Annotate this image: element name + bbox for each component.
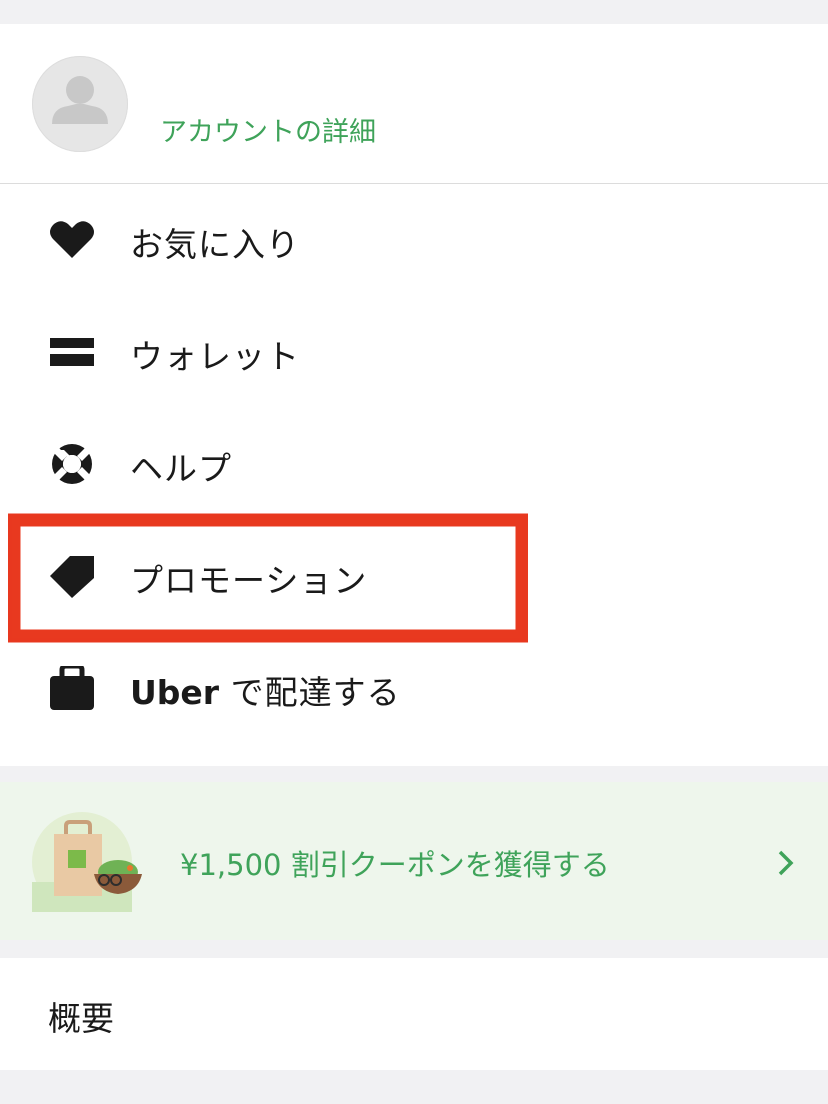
section-gap <box>0 766 828 782</box>
bag-icon <box>50 666 94 710</box>
person-icon <box>52 76 108 124</box>
menu-item-favorites[interactable]: お気に入り <box>0 184 828 296</box>
lifebuoy-icon <box>52 444 92 484</box>
menu-item-about[interactable]: 概要 <box>0 958 828 1070</box>
avatar[interactable] <box>32 56 128 152</box>
section-gap <box>0 940 828 958</box>
menu-item-promotions[interactable]: プロモーション <box>0 520 828 632</box>
top-gap <box>0 0 828 24</box>
uber-brand-text: Uber <box>130 673 220 712</box>
tag-icon <box>50 556 94 598</box>
menu-item-wallet[interactable]: ウォレット <box>0 296 828 408</box>
account-details-link[interactable]: アカウントの詳細 <box>160 110 376 149</box>
chevron-right-icon <box>778 850 794 876</box>
bottom-gap <box>0 1070 828 1104</box>
about-label: 概要 <box>48 999 114 1038</box>
account-header: アカウントの詳細 <box>0 24 828 184</box>
menu-item-deliver-with-uber[interactable]: Uber で配達する <box>0 632 828 744</box>
wallet-card-icon <box>50 338 94 366</box>
deliver-text: で配達する <box>219 673 401 712</box>
menu-item-label: ヘルプ <box>130 449 232 488</box>
side-menu: お気に入り ウォレット ヘルプ プロモーション Uber で配達する <box>0 184 828 766</box>
bag-and-salad-illustration-icon <box>32 812 142 912</box>
heart-icon <box>50 221 94 258</box>
menu-item-label: プロモーション <box>130 561 368 600</box>
menu-item-help[interactable]: ヘルプ <box>0 408 828 520</box>
menu-item-label: お気に入り <box>130 225 300 264</box>
menu-item-label: ウォレット <box>130 337 300 376</box>
coupon-promo-banner[interactable]: ¥1,500 割引クーポンを獲得する <box>0 782 828 940</box>
menu-item-label: Uber で配達する <box>130 666 401 714</box>
coupon-promo-text: ¥1,500 割引クーポンを獲得する <box>180 848 610 882</box>
